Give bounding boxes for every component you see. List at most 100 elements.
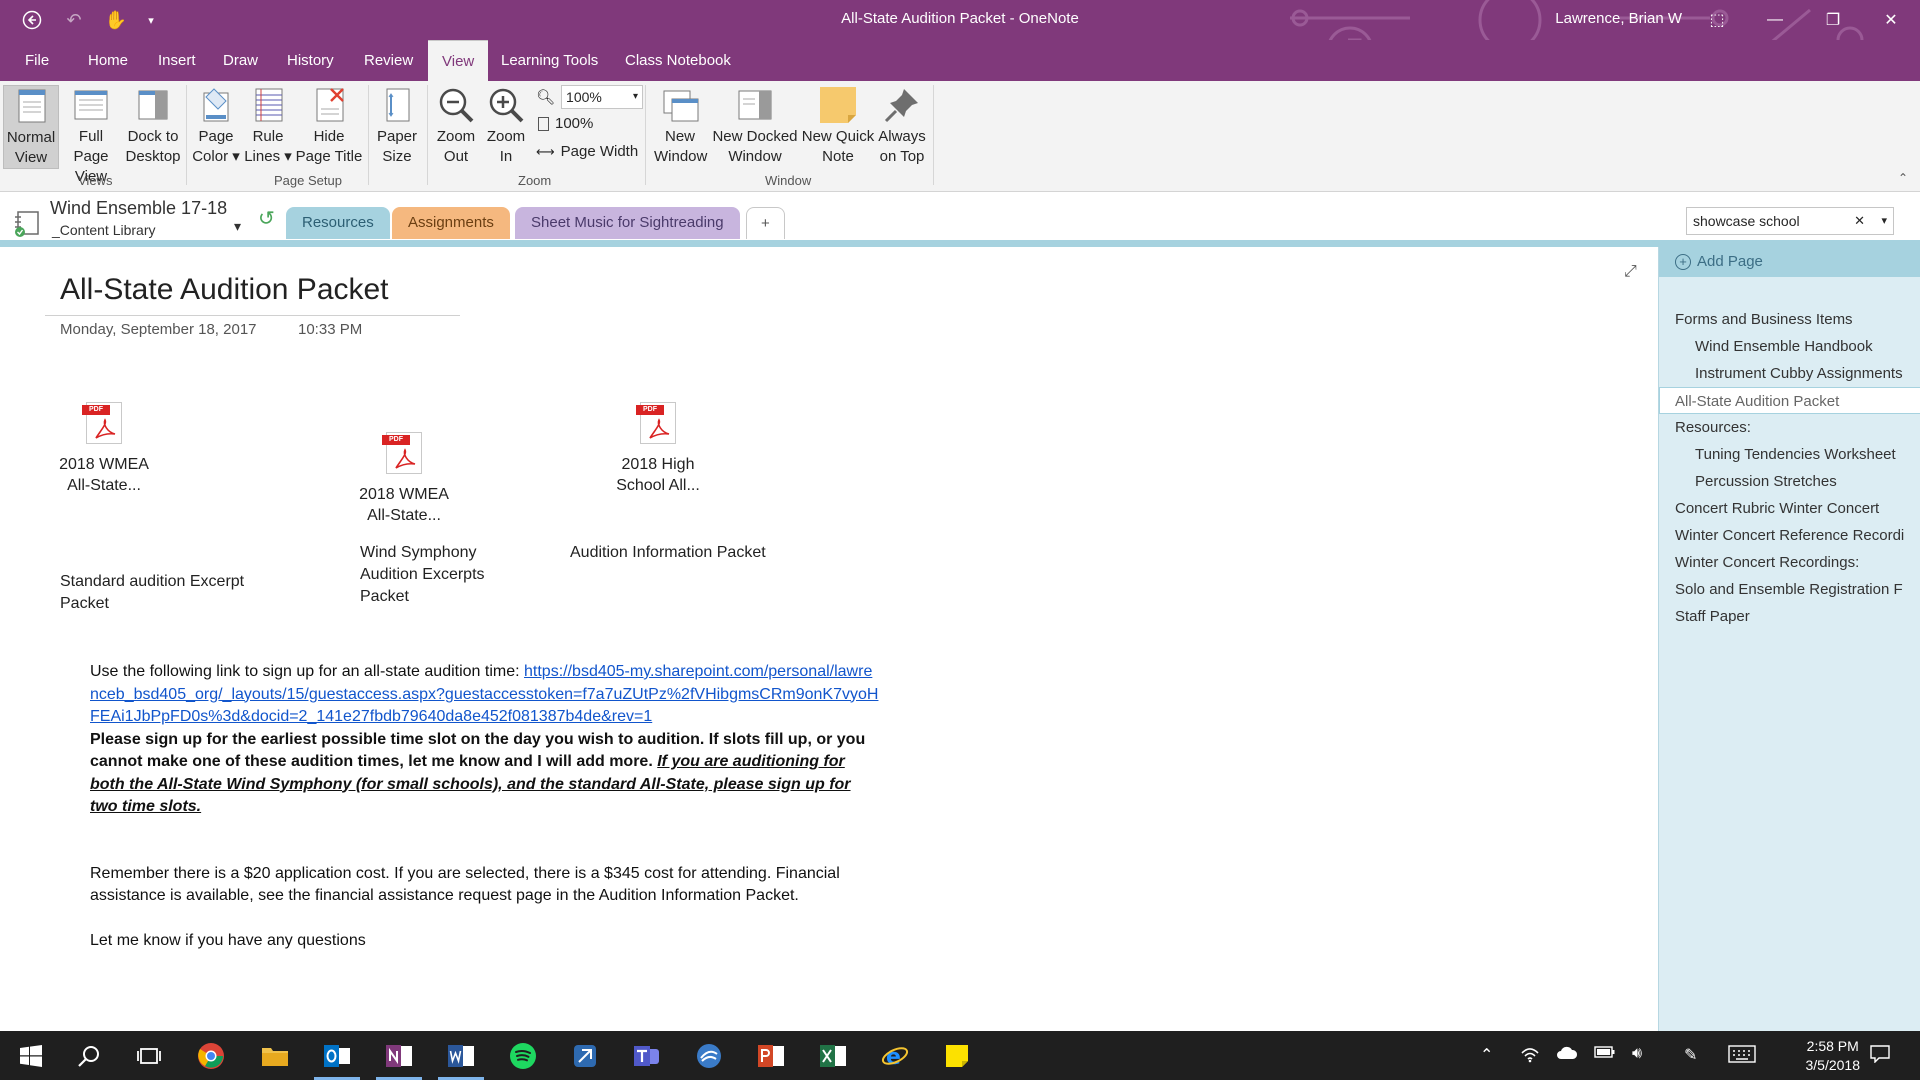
clear-search-icon[interactable]: ✕ — [1854, 208, 1865, 234]
app-icon[interactable] — [678, 1031, 740, 1080]
task-view-icon[interactable] — [118, 1031, 180, 1080]
closing-paragraph: Let me know if you have any questions — [90, 931, 366, 949]
outlook-icon[interactable] — [306, 1031, 368, 1080]
page-list-item[interactable]: Instrument Cubby Assignments — [1659, 360, 1920, 387]
page-list-item[interactable]: Wind Ensemble Handbook — [1659, 333, 1920, 360]
user-name[interactable]: Lawrence, Brian W — [1555, 10, 1682, 27]
file-attachment[interactable]: PDF 2018 High School All... — [604, 402, 712, 496]
note-container[interactable]: Use the following link to sign up for an… — [90, 661, 880, 952]
collapse-ribbon-icon[interactable]: ⌃ — [1898, 171, 1908, 185]
rule-lines-button[interactable]: Rule Lines ▾ — [244, 85, 292, 167]
group-label-window: Window — [765, 173, 812, 188]
page-list-item[interactable]: Forms and Business Items — [1659, 306, 1920, 333]
touch-keyboard-icon[interactable] — [1728, 1045, 1756, 1068]
page-color-button[interactable]: Page Color ▾ — [190, 85, 242, 167]
full-page-view-button[interactable]: Full Page View — [60, 85, 122, 187]
page-list-item[interactable]: Solo and Ensemble Registration F — [1659, 576, 1920, 603]
page-canvas[interactable]: All-State Audition Packet Monday, Septem… — [0, 247, 1658, 1031]
page-list-item[interactable]: Winter Concert Recordings: — [1659, 549, 1920, 576]
search-scope-dropdown-icon[interactable]: ▾ — [1881, 208, 1887, 234]
page-list-item[interactable]: Tuning Tendencies Worksheet — [1659, 441, 1920, 468]
internet-explorer-icon[interactable]: e — [864, 1031, 926, 1080]
file-attachment[interactable]: PDF 2018 WMEA All-State... — [350, 432, 458, 526]
chrome-icon[interactable] — [180, 1031, 242, 1080]
tab-class-notebook[interactable]: Class Notebook — [615, 40, 741, 81]
page-date: Monday, September 18, 2017 — [60, 321, 257, 338]
sticky-notes-icon[interactable] — [926, 1031, 988, 1080]
page-list-item[interactable]: Resources: — [1659, 414, 1920, 441]
sync-back-icon[interactable]: ↺ — [258, 206, 275, 231]
volume-icon[interactable]: 🔊︎ — [1632, 1045, 1642, 1063]
section-tab-assignments[interactable]: Assignments — [392, 207, 510, 239]
section-group-name[interactable]: _Content Library — [52, 222, 156, 238]
section-tab-sheet-music[interactable]: Sheet Music for Sightreading — [515, 207, 740, 239]
search-input[interactable]: showcase school ✕ ▾ — [1686, 207, 1894, 235]
pen-workspace-icon[interactable]: ✎ — [1684, 1045, 1697, 1065]
new-window-button[interactable]: New Window — [654, 85, 707, 167]
close-button[interactable]: ✕ — [1862, 0, 1920, 40]
add-section-button[interactable]: + — [746, 207, 785, 239]
paper-size-button[interactable]: Paper Size — [372, 85, 422, 167]
action-center-icon[interactable] — [1870, 1045, 1890, 1068]
tab-history[interactable]: History — [277, 40, 344, 81]
page-icon — [538, 116, 549, 131]
new-docked-window-button[interactable]: New Docked Window — [710, 85, 800, 167]
group-label-views: Views — [78, 173, 113, 188]
minimize-button[interactable]: — — [1746, 0, 1804, 40]
tab-draw[interactable]: Draw — [213, 40, 268, 81]
onenote-icon[interactable] — [368, 1031, 430, 1080]
powerpoint-icon[interactable] — [740, 1031, 802, 1080]
zoom-combo[interactable]: 100% ▾ — [561, 85, 644, 109]
title-divider — [45, 315, 460, 316]
battery-icon[interactable] — [1594, 1045, 1616, 1064]
excel-icon[interactable] — [802, 1031, 864, 1080]
zoom-100-button[interactable]: 100% — [538, 115, 593, 132]
tab-home[interactable]: Home — [78, 40, 138, 81]
signup-paragraph: Use the following link to sign up for an… — [90, 663, 879, 725]
section-tab-resources[interactable]: Resources — [286, 207, 390, 239]
system-clock[interactable]: 2:58 PM 3/5/2018 — [1806, 1037, 1861, 1075]
wifi-icon[interactable] — [1520, 1045, 1540, 1068]
zoom-out-button[interactable]: Zoom Out — [432, 85, 480, 167]
hide-page-title-button[interactable]: Hide Page Title — [294, 85, 364, 167]
ribbon-display-options-icon[interactable]: ⬚ — [1688, 0, 1746, 40]
tab-review[interactable]: Review — [354, 40, 423, 81]
new-quick-note-button[interactable]: New Quick Note — [800, 85, 876, 167]
notebook-name[interactable]: Wind Ensemble 17-18 — [50, 198, 227, 219]
page-list-item[interactable]: Winter Concert Reference Recordi — [1659, 522, 1920, 549]
always-on-top-button[interactable]: Always on Top — [874, 85, 930, 167]
tab-insert[interactable]: Insert — [148, 40, 206, 81]
tab-learning-tools[interactable]: Learning Tools — [491, 40, 608, 81]
tab-file[interactable]: File — [15, 40, 59, 81]
file-caption[interactable]: Wind Symphony Audition Excerpts Packet — [360, 542, 520, 608]
app-icon[interactable] — [554, 1031, 616, 1080]
expand-icon[interactable]: ⤢ — [1624, 263, 1637, 281]
file-attachment[interactable]: PDF 2018 WMEA All-State... — [50, 402, 158, 496]
restore-button[interactable]: ❐ — [1804, 0, 1862, 40]
teams-icon[interactable] — [616, 1031, 678, 1080]
spotify-icon[interactable] — [492, 1031, 554, 1080]
word-icon[interactable] — [430, 1031, 492, 1080]
show-hidden-icons-icon[interactable]: ⌃ — [1480, 1045, 1493, 1065]
onedrive-icon[interactable] — [1556, 1045, 1578, 1066]
title-bar: ↶ ✋ ▾ All-State Audition Packet - OneNot… — [0, 0, 1920, 74]
file-caption[interactable]: Standard audition Excerpt Packet — [60, 571, 280, 615]
file-explorer-icon[interactable] — [244, 1031, 306, 1080]
tab-view[interactable]: View — [428, 40, 489, 81]
page-title[interactable]: All-State Audition Packet — [60, 273, 389, 307]
page-color-icon — [196, 85, 236, 125]
normal-view-button[interactable]: Normal View — [3, 85, 59, 169]
page-list-item[interactable]: Concert Rubric Winter Concert — [1659, 495, 1920, 522]
dock-to-desktop-icon — [133, 85, 173, 125]
page-list-item[interactable]: Percussion Stretches — [1659, 468, 1920, 495]
notebook-dropdown-icon[interactable]: ▾ — [234, 218, 241, 235]
dock-to-desktop-button[interactable]: Dock to Desktop — [124, 85, 182, 167]
page-list-item-selected[interactable]: All-State Audition Packet — [1659, 387, 1920, 414]
zoom-in-button[interactable]: Zoom In — [482, 85, 530, 167]
page-width-button[interactable]: ⟷ Page Width — [536, 143, 638, 160]
page-list-item[interactable]: Staff Paper — [1659, 603, 1920, 630]
file-caption[interactable]: Audition Information Packet — [570, 542, 830, 564]
search-icon[interactable] — [58, 1031, 120, 1080]
start-icon[interactable] — [0, 1031, 62, 1080]
add-page-button[interactable]: + Add Page — [1659, 247, 1920, 277]
